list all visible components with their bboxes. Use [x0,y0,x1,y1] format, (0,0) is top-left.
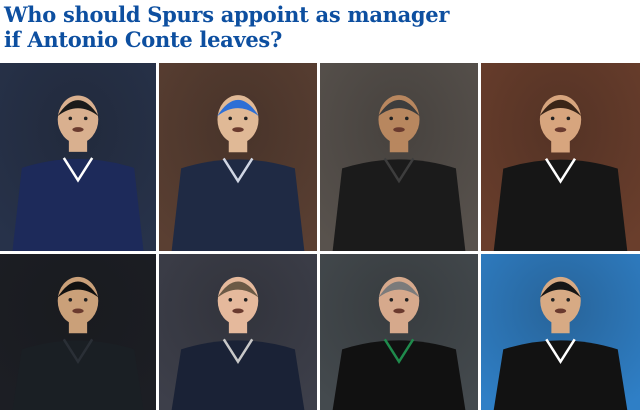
manager-photo-grid [0,63,640,410]
person-eye-left [228,297,233,302]
person-eye-right [566,116,571,121]
person-eye-left [389,116,393,121]
person-torso [493,159,628,251]
person-mouth [232,308,244,314]
person-eye-right [405,116,409,121]
photo-3-image [320,63,478,251]
person-eye-right [404,297,409,302]
photo-2 [159,63,317,251]
person-eye-left [550,297,555,302]
person-torso [332,159,466,251]
person-eye-right [244,116,248,121]
person-mouth [554,308,567,314]
photo-6-image [159,254,317,410]
photo-2-image [159,63,317,251]
photo-8-image [481,254,640,410]
person-mouth [72,308,84,314]
photo-1-image [0,63,156,251]
person-eye-right [243,297,248,302]
person-torso [12,340,144,410]
photo-7 [320,254,478,410]
person-torso [332,340,466,410]
person-eye-right [83,116,88,121]
photo-5-image [0,254,156,410]
headline: Who should Spurs appoint as manager if A… [4,2,449,52]
photo-5 [0,254,156,410]
person-eye-right [83,297,88,302]
person-mouth [393,308,405,314]
headline-line-2: if Antonio Conte leaves? [4,27,282,52]
photo-8 [481,254,640,410]
person-mouth [72,127,84,132]
photo-7-image [320,254,478,410]
person-eye-left [68,116,73,121]
person-mouth [232,127,244,133]
person-torso [493,340,628,410]
photo-4-image [481,63,640,251]
photo-6 [159,254,317,410]
person-mouth [393,127,405,133]
person-eye-left [550,116,555,121]
person-eye-left [389,297,394,302]
person-mouth [554,127,567,133]
photo-3 [320,63,478,251]
person-eye-left [228,116,232,121]
photo-1 [0,63,156,251]
person-torso [171,340,305,410]
person-eye-right [566,297,571,302]
photo-4 [481,63,640,251]
person-eye-left [68,297,73,302]
headline-line-1: Who should Spurs appoint as manager [4,2,450,27]
person-torso [12,158,144,251]
person-torso [171,159,305,251]
